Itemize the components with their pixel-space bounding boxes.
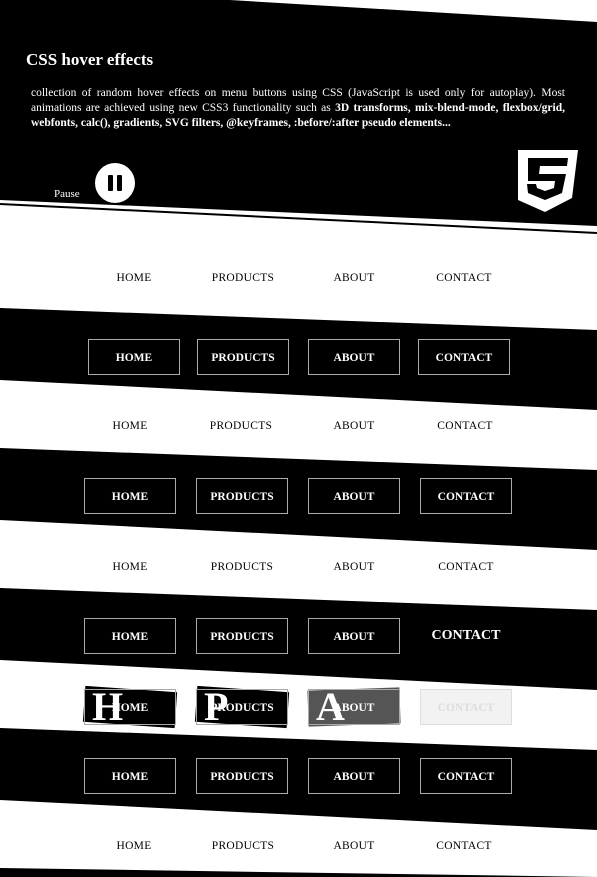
menu-item-about[interactable]: ABOUT xyxy=(308,758,400,794)
menu-item-home[interactable]: HOME xyxy=(84,549,176,585)
menu-item-home[interactable]: HOME xyxy=(88,828,180,864)
css3-logo-icon xyxy=(518,150,578,212)
menu-item-products[interactable]: PRODUCTS xyxy=(197,339,289,375)
menu-item-products[interactable]: PRODUCTS xyxy=(197,260,289,296)
menu-item-contact[interactable]: CONTACT xyxy=(418,339,510,375)
menu-item-home[interactable]: HOME xyxy=(84,758,176,794)
menu-item-about[interactable]: ABOUT xyxy=(308,478,400,514)
menu-item-about[interactable]: ABOUT xyxy=(308,408,400,444)
menu-item-home[interactable]: HOME xyxy=(88,339,180,375)
menu-item-contact[interactable]: CONTACT xyxy=(420,618,512,654)
menu-item-about[interactable]: ABOUT xyxy=(308,549,400,585)
menu-item-about[interactable]: ABOUT xyxy=(308,618,400,654)
menu-item-home[interactable]: HOME xyxy=(84,618,176,654)
menu-item-contact[interactable]: CONTACT xyxy=(420,549,512,585)
menu-item-products[interactable]: PRODUCTS xyxy=(197,828,289,864)
menu-item-products[interactable]: PRODUCTS xyxy=(196,618,288,654)
hover-letter: A xyxy=(316,684,345,729)
hover-letter: P xyxy=(204,684,229,729)
pause-label: Pause xyxy=(54,188,80,200)
menu-item-about[interactable]: ABOUT xyxy=(308,260,400,296)
pause-button[interactable] xyxy=(95,163,135,203)
menu-item-about[interactable]: ABOUT xyxy=(308,339,400,375)
menu-item-home[interactable]: HOME xyxy=(84,408,176,444)
menu-item-contact[interactable]: CONTACT xyxy=(420,689,512,725)
pause-icon-bar xyxy=(117,175,122,191)
menu-item-contact[interactable]: CONTACT xyxy=(418,828,510,864)
menu-item-products[interactable]: PRODUCTS xyxy=(196,549,288,585)
menu-item-home[interactable]: HOME xyxy=(88,260,180,296)
menu-item-contact[interactable]: CONTACT xyxy=(419,408,511,444)
menu-item-contact[interactable]: CONTACT xyxy=(420,758,512,794)
menu-item-products[interactable]: PRODUCTS xyxy=(195,408,287,444)
menu-item-contact[interactable]: CONTACT xyxy=(418,260,510,296)
hover-letter: H xyxy=(92,684,124,729)
page-title: CSS hover effects xyxy=(26,50,154,69)
menu-item-contact[interactable]: CONTACT xyxy=(420,478,512,514)
menu-item-products[interactable]: PRODUCTS xyxy=(196,758,288,794)
page-description: collection of random hover effects on me… xyxy=(31,86,565,131)
menu-item-about[interactable]: ABOUT xyxy=(308,828,400,864)
menu-item-home[interactable]: HOME xyxy=(84,478,176,514)
pause-icon xyxy=(108,175,113,191)
menu-item-products[interactable]: PRODUCTS xyxy=(196,478,288,514)
